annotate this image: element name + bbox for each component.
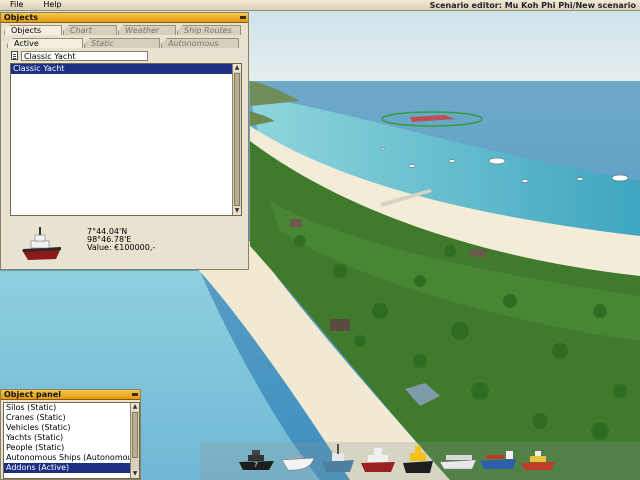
list-item[interactable]: Yachts (Static)	[4, 433, 139, 443]
value-readout: Value: €100000,-	[87, 243, 156, 252]
speedboat-icon[interactable]	[278, 442, 318, 476]
scroll-down-icon[interactable]: ▼	[233, 207, 241, 215]
list-item[interactable]: Addons (Active)	[4, 463, 139, 473]
objects-panel: Objects Objects Chart Weather Ship Route…	[0, 12, 249, 270]
subtab-autonomous[interactable]: Autonomous	[161, 38, 239, 48]
classic-yacht-icon	[22, 227, 61, 260]
fishing-boat-icon[interactable]	[318, 442, 358, 476]
tab-ship-routes[interactable]: Ship Routes	[177, 25, 241, 35]
object-category-list[interactable]: Silos (Static) Cranes (Static) Vehicles …	[3, 402, 140, 479]
scroll-down-icon[interactable]: ▼	[131, 470, 139, 478]
tab-objects[interactable]: Objects	[4, 25, 62, 35]
menu-bar: File Help Scenario editor: Mu Koh Phi Ph…	[0, 0, 640, 11]
subtab-active[interactable]: Active	[7, 38, 83, 48]
list-item[interactable]: Cranes (Static)	[4, 413, 139, 423]
minimize-icon[interactable]	[240, 16, 246, 19]
list-item[interactable]: Vehicles (Static)	[4, 423, 139, 433]
list-item[interactable]: Autonomous Ships (Autonomous)	[4, 453, 139, 463]
menu-file[interactable]: File	[0, 0, 33, 10]
container-ship-icon[interactable]	[478, 442, 518, 476]
objects-list[interactable]: Classic Yacht ▲ ▼	[10, 63, 242, 216]
minimize-icon[interactable]	[132, 393, 138, 396]
tug-boat-icon[interactable]	[358, 442, 398, 476]
list-item[interactable]: Classic Yacht	[11, 64, 241, 74]
harbor-boat-icon[interactable]	[518, 442, 558, 476]
ship-toolbar: ?	[200, 442, 640, 480]
subtab-static[interactable]: Static	[84, 38, 160, 48]
window-title: Scenario editor: Mu Koh Phi Phi/New scen…	[429, 0, 636, 10]
object-list-scrollbar[interactable]: ▲ ▼	[130, 403, 139, 478]
document-icon	[11, 51, 18, 60]
pilot-boat-icon[interactable]	[398, 442, 438, 476]
objects-tabs: Objects Chart Weather Ship Routes	[4, 25, 242, 35]
object-panel: Object panel Silos (Static) Cranes (Stat…	[0, 389, 141, 480]
object-panel-header[interactable]: Object panel	[1, 390, 140, 400]
scroll-up-icon[interactable]: ▲	[131, 403, 139, 411]
object-panel-title: Object panel	[4, 390, 62, 399]
svg-text:?: ?	[254, 461, 258, 469]
list-item[interactable]: Silos (Static)	[4, 403, 139, 413]
list-item[interactable]: People (Static)	[4, 443, 139, 453]
objects-list-scrollbar[interactable]: ▲ ▼	[232, 64, 241, 215]
objects-panel-header[interactable]: Objects	[1, 13, 248, 23]
scroll-thumb[interactable]	[132, 412, 138, 458]
cruise-ship-icon[interactable]	[438, 442, 478, 476]
scroll-thumb[interactable]	[234, 73, 240, 206]
tab-chart[interactable]: Chart	[63, 25, 117, 35]
object-search-input[interactable]: Classic Yacht	[21, 51, 148, 61]
objects-panel-title: Objects	[4, 13, 39, 22]
classic-yacht-icon[interactable]: ?	[236, 442, 276, 476]
tab-weather[interactable]: Weather	[118, 25, 176, 35]
menu-help[interactable]: Help	[33, 0, 71, 10]
scroll-up-icon[interactable]: ▲	[233, 64, 241, 72]
objects-subtabs: Active Static Autonomous	[7, 38, 240, 48]
